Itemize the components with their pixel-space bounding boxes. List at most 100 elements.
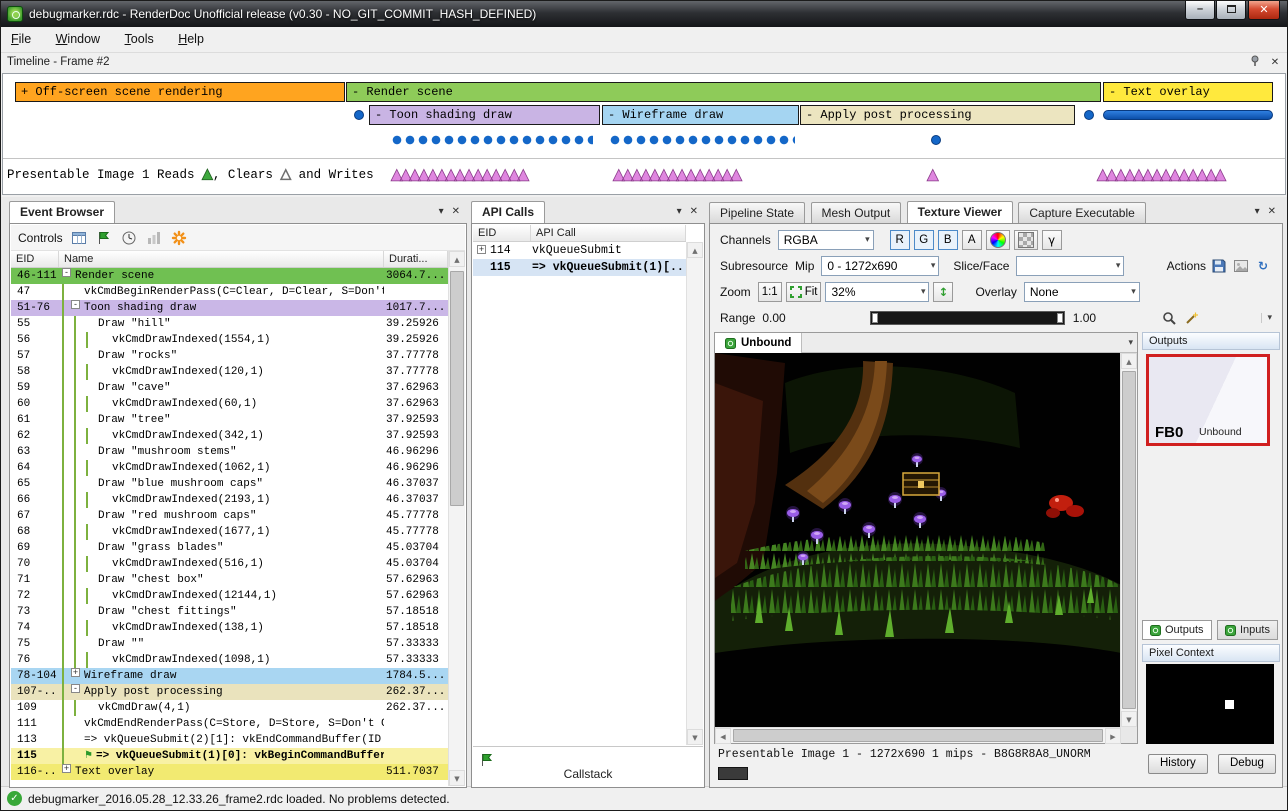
scrollbar-thumb[interactable] <box>733 729 1103 742</box>
select-columns-icon[interactable] <box>70 229 88 247</box>
event-row[interactable]: 46-111 -Render scene 3064.7... <box>11 268 448 284</box>
event-row[interactable]: 60 vkCmdDrawIndexed(60,1) 37.62963 <box>11 396 448 412</box>
expander-icon[interactable]: - <box>62 268 71 277</box>
draw-call-dot[interactable] <box>354 110 364 120</box>
event-row[interactable]: 109 vkCmdDraw(4,1) 262.37... <box>11 700 448 716</box>
scroll-up-icon[interactable]: ▲ <box>687 242 703 258</box>
slice-face-dropdown[interactable]: ▾ <box>1016 256 1124 276</box>
expander-icon[interactable] <box>85 412 94 421</box>
alpha-background-button[interactable] <box>1014 230 1038 250</box>
api-table-header[interactable]: EID API Call <box>473 225 686 242</box>
expander-icon[interactable] <box>99 492 108 501</box>
event-row[interactable]: 70 vkCmdDrawIndexed(516,1) 45.03704 <box>11 556 448 572</box>
close-icon[interactable]: ✕ <box>686 206 702 217</box>
range-slider[interactable] <box>870 311 1065 325</box>
column-api-call[interactable]: API Call <box>531 225 686 241</box>
draw-call-dots[interactable] <box>609 134 795 146</box>
event-row[interactable]: 57 Draw "rocks" 37.77778 <box>11 348 448 364</box>
expander-icon[interactable]: + <box>477 245 486 254</box>
event-row[interactable]: 56 vkCmdDrawIndexed(1554,1) 39.25926 <box>11 332 448 348</box>
red-channel-button[interactable]: R <box>890 230 910 250</box>
fit-button[interactable]: Fit <box>786 282 822 302</box>
close-icon[interactable]: ✕ <box>1264 206 1280 217</box>
event-row[interactable]: 72 vkCmdDrawIndexed(12144,1) 57.62963 <box>11 588 448 604</box>
maximize-button[interactable] <box>1216 1 1246 20</box>
range-handle-black[interactable] <box>872 313 878 323</box>
api-calls-scrollbar[interactable]: ▲ ▼ <box>686 242 703 745</box>
pin-icon[interactable] <box>1247 55 1263 71</box>
event-row[interactable]: 55 Draw "hill" 39.25926 <box>11 316 448 332</box>
event-row[interactable]: 78-104 +Wireframe draw 1784.5... <box>11 668 448 684</box>
draw-call-strip[interactable] <box>1103 110 1273 120</box>
event-row[interactable]: 75 Draw "" 57.33333 <box>11 636 448 652</box>
expander-icon[interactable]: + <box>62 764 71 773</box>
expander-icon[interactable] <box>85 700 94 709</box>
timeline-marker-toon-shading[interactable]: - Toon shading draw <box>369 105 600 125</box>
scroll-up-icon[interactable]: ▲ <box>1121 353 1137 369</box>
event-row[interactable]: 64 vkCmdDrawIndexed(1062,1) 46.96296 <box>11 460 448 476</box>
event-row[interactable]: 66 vkCmdDrawIndexed(2193,1) 46.37037 <box>11 492 448 508</box>
dock-menu-icon[interactable]: ▾ <box>435 206 448 217</box>
expander-icon[interactable] <box>71 732 80 741</box>
event-row[interactable]: 69 Draw "grass blades" 45.03704 <box>11 540 448 556</box>
expander-icon[interactable] <box>99 332 108 341</box>
scroll-left-icon[interactable]: ◀ <box>715 728 731 744</box>
expander-icon[interactable] <box>99 460 108 469</box>
event-row[interactable]: 68 vkCmdDrawIndexed(1677,1) 45.77778 <box>11 524 448 540</box>
event-row[interactable]: 116-... +Text overlay 511.7037 <box>11 764 448 780</box>
event-row[interactable]: 107-... -Apply post processing 262.37... <box>11 684 448 700</box>
scroll-down-icon[interactable]: ▼ <box>1121 711 1137 727</box>
event-row[interactable]: 63 Draw "mushroom stems" 46.96296 <box>11 444 448 460</box>
api-call-row[interactable]: 115 => vkQueueSubmit(1)[... <box>473 259 686 276</box>
event-row[interactable]: 47 vkCmdBeginRenderPass(C=Clear, D=Clear… <box>11 284 448 300</box>
blue-channel-button[interactable]: B <box>938 230 958 250</box>
event-browser-scrollbar[interactable]: ▲ ▼ <box>448 251 465 786</box>
tab-unbound[interactable]: Unbound <box>715 333 802 353</box>
menu-file[interactable]: File <box>1 27 41 51</box>
expander-icon[interactable] <box>85 316 94 325</box>
tab-list-icon[interactable]: ▾ <box>1128 338 1133 348</box>
event-row[interactable]: 61 Draw "tree" 37.92593 <box>11 412 448 428</box>
range-max-value[interactable]: 1.00 <box>1073 311 1096 325</box>
column-duration[interactable]: Durati... <box>384 251 448 267</box>
expander-icon[interactable] <box>99 396 108 405</box>
scrollbar-thumb[interactable] <box>450 271 464 506</box>
find-event-star-icon[interactable] <box>170 229 188 247</box>
expander-icon[interactable] <box>99 588 108 597</box>
minimize-button[interactable]: – <box>1185 1 1215 20</box>
tab-api-calls[interactable]: API Calls <box>471 201 545 223</box>
expander-icon[interactable] <box>99 652 108 661</box>
expander-icon[interactable] <box>85 444 94 453</box>
scroll-down-icon[interactable]: ▼ <box>449 770 465 786</box>
menu-window[interactable]: Window <box>46 27 110 51</box>
event-row[interactable]: 115 ⚑=> vkQueueSubmit(1)[0]: vkBeginComm… <box>11 748 448 764</box>
expander-icon[interactable]: - <box>71 300 80 309</box>
draw-call-dots[interactable] <box>391 134 593 146</box>
green-channel-button[interactable]: G <box>914 230 934 250</box>
expander-icon[interactable] <box>99 364 108 373</box>
event-row[interactable]: 51-76 -Toon shading draw 1017.7... <box>11 300 448 316</box>
refresh-icon[interactable]: ↻ <box>1254 257 1272 275</box>
event-row[interactable]: 62 vkCmdDrawIndexed(342,1) 37.92593 <box>11 428 448 444</box>
fb0-thumbnail[interactable]: FB0 Unbound <box>1146 354 1270 446</box>
event-row[interactable]: 59 Draw "cave" 37.62963 <box>11 380 448 396</box>
zoom-range-magnifier-icon[interactable] <box>1161 309 1179 327</box>
api-call-row[interactable]: + 114 vkQueueSubmit <box>473 242 686 259</box>
expander-icon[interactable] <box>85 604 94 613</box>
gamma-button[interactable]: γ <box>1042 230 1062 250</box>
timeline-canvas[interactable]: + Off-screen scene rendering - Render sc… <box>2 73 1286 195</box>
event-row[interactable]: 111 vkCmdEndRenderPass(C=Store, D=Store,… <box>11 716 448 732</box>
event-row[interactable]: 65 Draw "blue mushroom caps" 46.37037 <box>11 476 448 492</box>
range-min-value[interactable]: 0.00 <box>762 311 785 325</box>
close-icon[interactable]: ✕ <box>1267 55 1283 71</box>
expander-icon[interactable] <box>71 748 80 757</box>
scroll-right-icon[interactable]: ▶ <box>1105 728 1121 744</box>
statistics-icon[interactable] <box>145 229 163 247</box>
tab-inputs[interactable]: Inputs <box>1217 620 1278 640</box>
tab-capture-executable[interactable]: Capture Executable <box>1018 202 1145 223</box>
history-button[interactable]: History <box>1148 754 1208 774</box>
texture-display[interactable] <box>715 353 1121 727</box>
expander-icon[interactable] <box>71 284 80 293</box>
event-row[interactable]: 74 vkCmdDrawIndexed(138,1) 57.18518 <box>11 620 448 636</box>
scroll-up-icon[interactable]: ▲ <box>449 251 465 267</box>
